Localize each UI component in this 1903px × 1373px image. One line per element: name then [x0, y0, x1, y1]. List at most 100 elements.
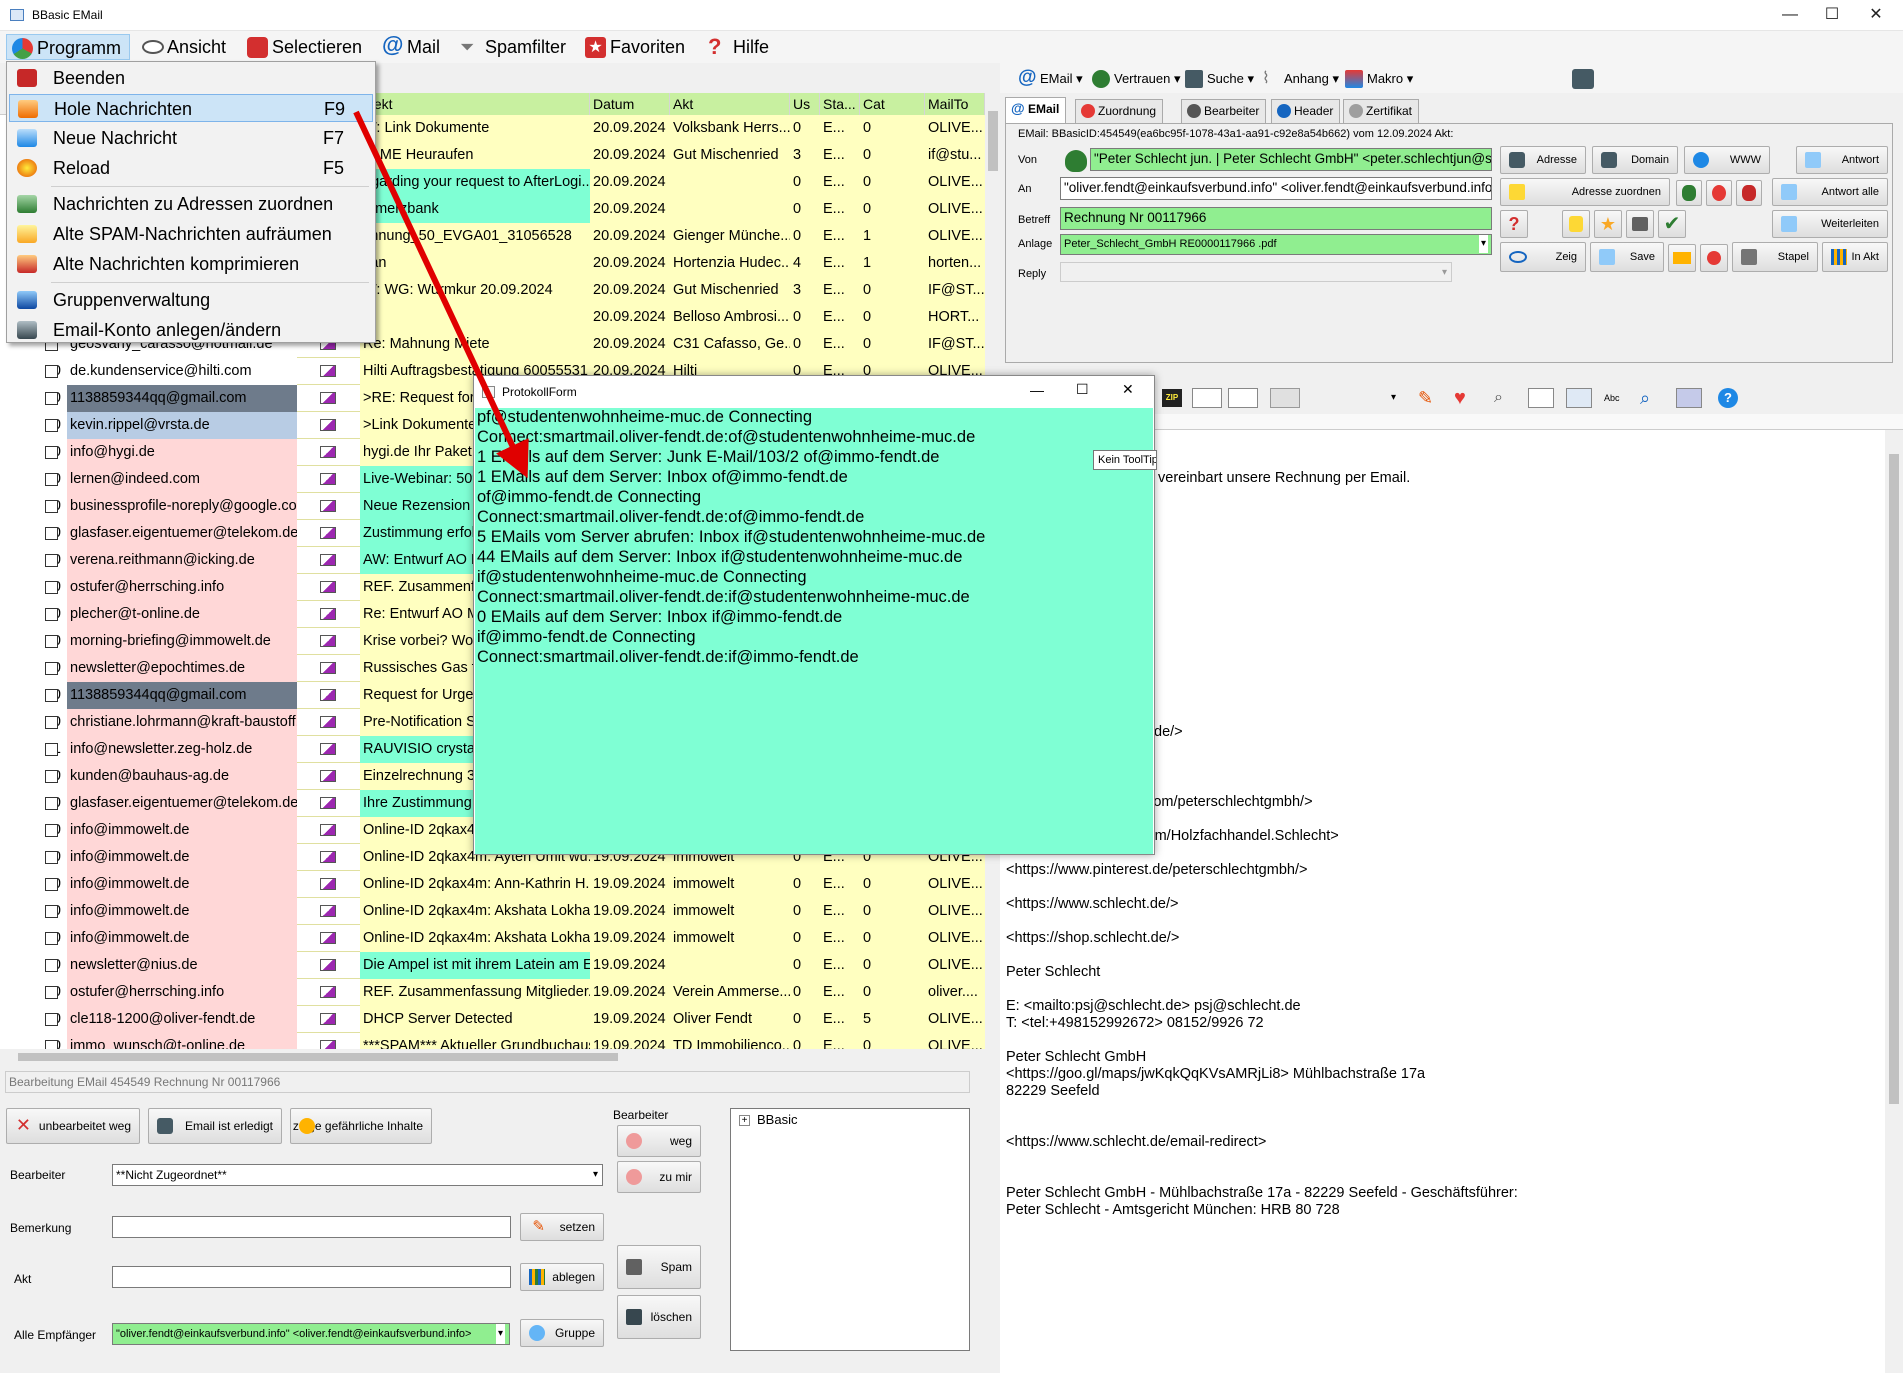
row-checkbox[interactable]: [45, 959, 58, 972]
header-cat[interactable]: Cat: [860, 93, 925, 115]
www-button[interactable]: WWW: [1684, 146, 1770, 174]
adresse-zuordnen-button[interactable]: Adresse zuordnen: [1500, 178, 1670, 206]
row-checkbox[interactable]: [45, 608, 58, 621]
list-horizontal-scrollbar[interactable]: [0, 1049, 1000, 1065]
menuitem-spam-aufraeumen[interactable]: Alte SPAM-Nachrichten aufräumen: [9, 220, 373, 248]
menu-programm[interactable]: Programm: [6, 34, 131, 60]
antwort-alle-button[interactable]: Antwort alle: [1772, 178, 1888, 206]
shield-red-button[interactable]: [1700, 244, 1728, 272]
toolbar-anhang[interactable]: ⌇ Anhang ▾: [1262, 68, 1339, 90]
gruppe-button[interactable]: Gruppe: [520, 1319, 604, 1347]
body-link[interactable]: T: <tel:+498152992672> 08152/9926 72: [1006, 1015, 1264, 1031]
grid-icon[interactable]: [1566, 388, 1592, 408]
protokoll-log[interactable]: pf@studentenwohnheime-muc.de Connecting C…: [475, 408, 1153, 854]
menuitem-reload[interactable]: Reload F5: [9, 154, 373, 182]
search-icon[interactable]: ⌕: [1494, 388, 1516, 408]
row-checkbox[interactable]: [45, 824, 58, 837]
close-button[interactable]: ✕: [1853, 0, 1899, 30]
lock-button[interactable]: [1562, 210, 1590, 238]
document-icon[interactable]: [1192, 388, 1222, 408]
menuitem-komprimieren[interactable]: Alte Nachrichten komprimieren: [9, 250, 373, 278]
body-link[interactable]: E: <mailto:psj@schlecht.de> psj@schlecht…: [1006, 998, 1301, 1014]
zoom-icon[interactable]: ⌕: [1640, 388, 1666, 408]
layout-icon[interactable]: [1676, 388, 1702, 408]
header-akt[interactable]: Akt: [670, 93, 790, 115]
row-checkbox[interactable]: [45, 851, 58, 864]
row-checkbox[interactable]: [45, 635, 58, 648]
tab-email[interactable]: @ EMail: [1005, 97, 1067, 123]
tab-zertifikat[interactable]: Zertifikat: [1343, 99, 1420, 123]
tree-root-node[interactable]: BBasic: [757, 1112, 797, 1127]
body-link[interactable]: <https://shop.schlecht.de/>: [1006, 930, 1179, 946]
row-checkbox[interactable]: [45, 554, 58, 567]
table-row[interactable]: 0 info@immowelt.de Online-ID 2qkax4m: Aksh…: [0, 898, 985, 925]
row-checkbox[interactable]: [45, 581, 58, 594]
header-datum[interactable]: Datum: [590, 93, 670, 115]
row-checkbox[interactable]: [45, 905, 58, 918]
zip-icon[interactable]: ZIP: [1162, 389, 1182, 407]
tree-expand-icon[interactable]: +: [739, 1115, 750, 1126]
menu-hilfe[interactable]: ? Hilfe: [703, 34, 777, 60]
loeschen-button[interactable]: löschen: [617, 1295, 701, 1339]
domain-button[interactable]: Domain: [1592, 146, 1678, 174]
unbearbeitet-weg-button[interactable]: ✕ unbearbeitet weg: [6, 1108, 140, 1144]
row-checkbox[interactable]: [45, 932, 58, 945]
ablegen-button[interactable]: ablegen: [520, 1263, 604, 1291]
font-size-select[interactable]: ▾: [1320, 388, 1400, 408]
menuitem-hole-nachrichten[interactable]: Hole Nachrichten F9: [9, 94, 373, 122]
favorite-button[interactable]: ★: [1594, 210, 1622, 238]
minimize-button[interactable]: —: [1767, 0, 1813, 30]
von-field[interactable]: "Peter Schlecht jun. | Peter Schlecht Gm…: [1090, 148, 1492, 171]
akt-input[interactable]: [112, 1266, 511, 1288]
trust-shield-button[interactable]: [1676, 180, 1702, 206]
table-row[interactable]: 0 info@immowelt.de Online-ID 2qkax4m: Aksh…: [0, 925, 985, 952]
in-akt-button[interactable]: In Akt: [1822, 242, 1888, 272]
row-checkbox[interactable]: [45, 1013, 58, 1026]
check-button[interactable]: ✔: [1658, 210, 1686, 238]
row-checkbox[interactable]: [45, 419, 58, 432]
body-vertical-scrollbar[interactable]: [1885, 430, 1903, 1373]
scroll-thumb[interactable]: [988, 111, 998, 171]
tab-zuordnung[interactable]: Zuordnung: [1075, 99, 1164, 123]
menuitem-zuordnen[interactable]: Nachrichten zu Adressen zuordnen: [9, 190, 373, 218]
header-mailto[interactable]: MailTo: [925, 93, 985, 115]
menu-ansicht[interactable]: Ansicht: [137, 34, 234, 60]
mixed-shield-button[interactable]: [1706, 180, 1732, 206]
bemerkung-input[interactable]: [112, 1216, 511, 1238]
row-checkbox[interactable]: [45, 365, 58, 378]
table-row[interactable]: 0 immo_wunsch@t-online.de ***SPAM*** Aktue…: [0, 1033, 985, 1050]
setzen-button[interactable]: ✎ setzen: [520, 1213, 604, 1241]
body-link[interactable]: <https://www.schlecht.de/email-redirect>: [1006, 1134, 1266, 1150]
toolbar-email[interactable]: @ EMail ▾: [1018, 68, 1083, 90]
row-checkbox[interactable]: [45, 473, 58, 486]
header-status[interactable]: Sta...: [820, 93, 860, 115]
row-checkbox[interactable]: [45, 689, 58, 702]
betreff-field[interactable]: Rechnung Nr 00117966: [1060, 207, 1492, 230]
zeige-gefaehrliche-inhalte-button[interactable]: zeige gefährliche Inhalte: [290, 1108, 432, 1144]
table-icon[interactable]: [1528, 388, 1554, 408]
maximize-button[interactable]: ☐: [1076, 381, 1089, 398]
block-shield-button[interactable]: [1736, 180, 1762, 206]
bearbeiter-tree[interactable]: + BBasic: [730, 1108, 970, 1351]
pen-icon[interactable]: ✎: [1418, 388, 1440, 408]
weiterleiten-button[interactable]: Weiterleiten: [1772, 210, 1888, 238]
toolbar-suche[interactable]: Suche ▾: [1185, 68, 1254, 90]
minimize-button[interactable]: —: [1030, 382, 1044, 398]
bearbeiter-weg-button[interactable]: weg: [617, 1125, 701, 1157]
spam-button[interactable]: Spam: [617, 1245, 701, 1289]
scroll-thumb[interactable]: [1889, 454, 1899, 1104]
menu-favoriten[interactable]: ★ Favoriten: [580, 34, 693, 60]
menuitem-gruppenverwaltung[interactable]: Gruppenverwaltung: [9, 286, 373, 314]
help-icon[interactable]: ?: [1718, 388, 1738, 408]
menuitem-neue-nachricht[interactable]: Neue Nachricht F7: [9, 124, 373, 152]
spellcheck-icon[interactable]: Abc: [1604, 388, 1630, 408]
body-link[interactable]: <https://goo.gl/maps/jwKqkQqKVsAMRjLi8> …: [1006, 1066, 1425, 1082]
header-us[interactable]: Us: [790, 93, 820, 115]
heart-icon[interactable]: ♥: [1454, 388, 1480, 408]
row-checkbox[interactable]: [45, 392, 58, 405]
menuitem-beenden[interactable]: Beenden: [9, 64, 373, 92]
anlage-select[interactable]: Peter_Schlecht_GmbH RE0000117966 .pdf ▾: [1060, 234, 1492, 255]
maximize-button[interactable]: ☐: [1809, 0, 1855, 30]
bearbeiter-zu-mir-button[interactable]: zu mir: [617, 1161, 701, 1193]
protokoll-title-bar[interactable]: ProtokollForm — ☐ ✕: [474, 376, 1154, 408]
